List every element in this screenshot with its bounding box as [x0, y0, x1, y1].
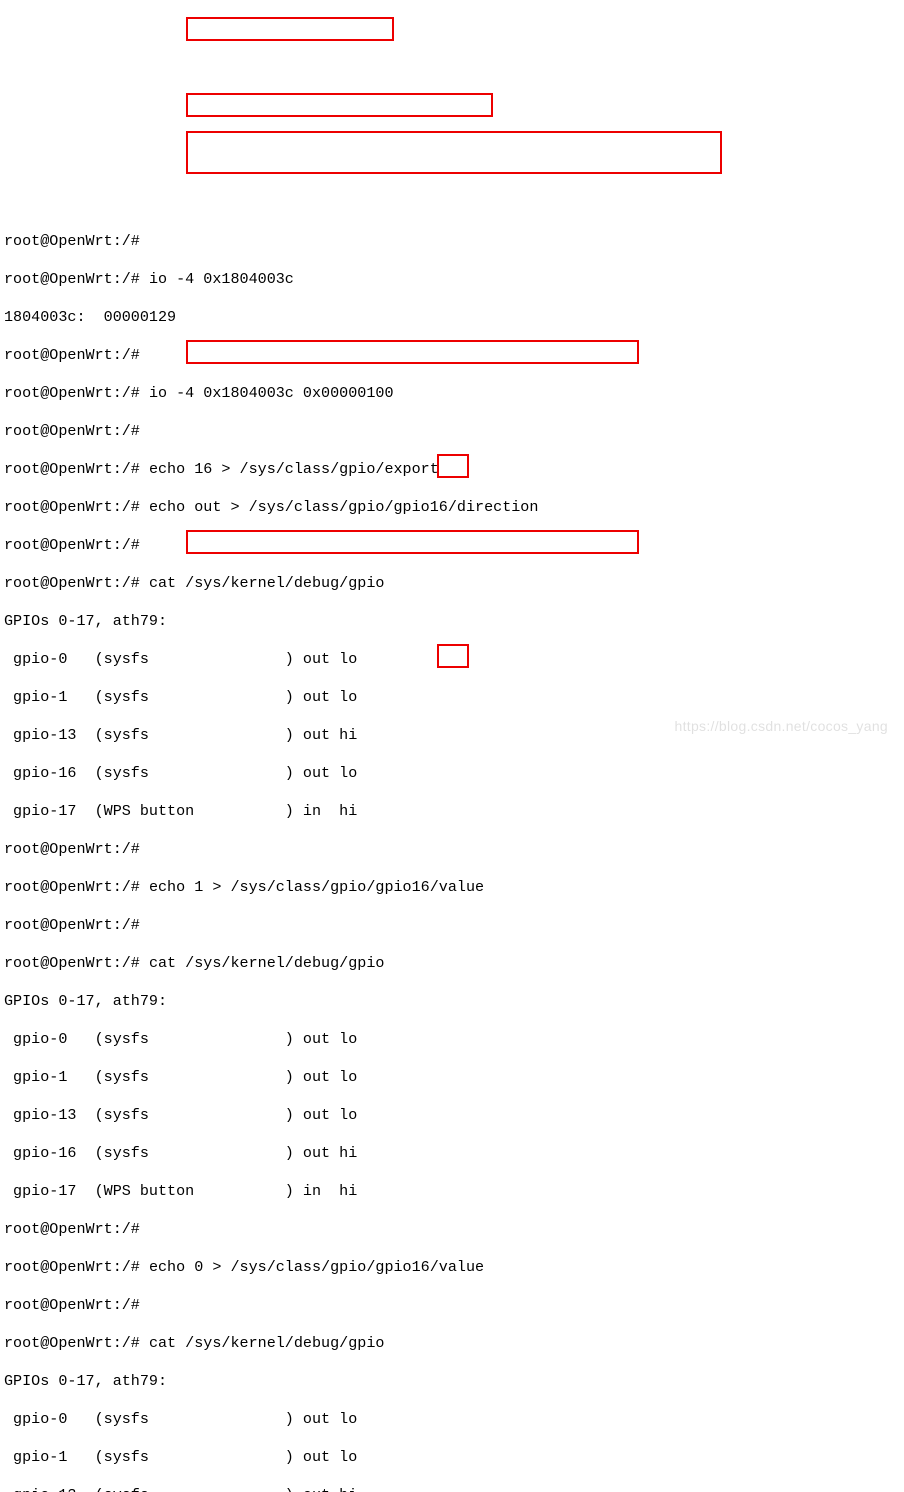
prompt-line[interactable]: root@OpenWrt:/# io -4 0x1804003c 0x00000…	[4, 384, 900, 403]
prompt-line[interactable]: root@OpenWrt:/# cat /sys/kernel/debug/gp…	[4, 1334, 900, 1353]
shell-prompt: root@OpenWrt:/#	[4, 270, 149, 288]
cmd-cat-debug: cat /sys/kernel/debug/gpio	[149, 1334, 385, 1352]
shell-prompt: root@OpenWrt:/#	[4, 574, 149, 592]
prompt-line[interactable]: root@OpenWrt:/#	[4, 1220, 900, 1239]
shell-prompt: root@OpenWrt:/#	[4, 384, 149, 402]
cmd-direction: echo out > /sys/class/gpio/gpio16/direct…	[149, 498, 538, 516]
gpio-row: gpio-16 (sysfs ) out hi	[4, 1144, 900, 1163]
prompt-line[interactable]: root@OpenWrt:/#	[4, 1296, 900, 1315]
cmd-export: echo 16 > /sys/class/gpio/export	[149, 460, 439, 478]
gpio-row: gpio-0 (sysfs ) out lo	[4, 1030, 900, 1049]
cmd-io-write: io -4 0x1804003c 0x00000100	[149, 384, 394, 402]
prompt-line[interactable]: root@OpenWrt:/# echo out > /sys/class/gp…	[4, 498, 900, 517]
shell-prompt: root@OpenWrt:/#	[4, 536, 149, 554]
gpio-row: gpio-17 (WPS button ) in hi	[4, 1182, 900, 1201]
shell-prompt: root@OpenWrt:/#	[4, 460, 149, 478]
highlight-echo-0	[186, 530, 639, 554]
prompt-line[interactable]: root@OpenWrt:/# echo 0 > /sys/class/gpio…	[4, 1258, 900, 1277]
prompt-line[interactable]: root@OpenWrt:/# echo 1 > /sys/class/gpio…	[4, 878, 900, 897]
output-line: 1804003c: 00000129	[4, 308, 900, 327]
prompt-line[interactable]: root@OpenWrt:/# cat /sys/kernel/debug/gp…	[4, 574, 900, 593]
shell-prompt: root@OpenWrt:/#	[4, 422, 149, 440]
shell-prompt: root@OpenWrt:/#	[4, 232, 149, 250]
cmd-echo-0: echo 0 > /sys/class/gpio/gpio16/value	[149, 1258, 484, 1276]
prompt-line[interactable]: root@OpenWrt:/# cat /sys/kernel/debug/gp…	[4, 954, 900, 973]
shell-prompt: root@OpenWrt:/#	[4, 1258, 149, 1276]
gpio-row: gpio-13 (sysfs ) out hi	[4, 1486, 900, 1492]
shell-prompt: root@OpenWrt:/#	[4, 840, 149, 858]
prompt-line[interactable]: root@OpenWrt:/#	[4, 916, 900, 935]
highlight-echo-1	[186, 340, 639, 364]
shell-prompt: root@OpenWrt:/#	[4, 346, 149, 364]
gpio-row: gpio-16 (sysfs ) out lo	[4, 764, 900, 783]
gpio-row: gpio-0 (sysfs ) out lo	[4, 1410, 900, 1429]
highlight-value-hi	[437, 454, 469, 478]
gpio-row: gpio-1 (sysfs ) out lo	[4, 1448, 900, 1467]
prompt-line[interactable]: root@OpenWrt:/#	[4, 840, 900, 859]
highlight-io-read	[186, 17, 394, 41]
highlight-io-write	[186, 93, 493, 117]
cmd-cat-debug: cat /sys/kernel/debug/gpio	[149, 574, 385, 592]
gpio-row: gpio-1 (sysfs ) out lo	[4, 688, 900, 707]
gpio-header: GPIOs 0-17, ath79:	[4, 612, 900, 631]
gpio-header: GPIOs 0-17, ath79:	[4, 1372, 900, 1391]
shell-prompt: root@OpenWrt:/#	[4, 954, 149, 972]
cmd-echo-1: echo 1 > /sys/class/gpio/gpio16/value	[149, 878, 484, 896]
shell-prompt: root@OpenWrt:/#	[4, 1296, 149, 1314]
highlight-gpio-export-direction	[186, 131, 722, 174]
shell-prompt: root@OpenWrt:/#	[4, 916, 149, 934]
highlight-value-lo	[437, 644, 469, 668]
cmd-io-read: io -4 0x1804003c	[149, 270, 294, 288]
cmd-cat-debug: cat /sys/kernel/debug/gpio	[149, 954, 385, 972]
shell-prompt: root@OpenWrt:/#	[4, 1334, 149, 1352]
gpio-row: gpio-1 (sysfs ) out lo	[4, 1068, 900, 1087]
shell-prompt: root@OpenWrt:/#	[4, 1220, 149, 1238]
shell-prompt: root@OpenWrt:/#	[4, 498, 149, 516]
gpio-header: GPIOs 0-17, ath79:	[4, 992, 900, 1011]
gpio-row: gpio-13 (sysfs ) out lo	[4, 1106, 900, 1125]
prompt-line[interactable]: root@OpenWrt:/#	[4, 232, 900, 251]
shell-prompt: root@OpenWrt:/#	[4, 878, 149, 896]
prompt-line[interactable]: root@OpenWrt:/#	[4, 422, 900, 441]
watermark: https://blog.csdn.net/cocos_yang	[674, 717, 888, 736]
prompt-line[interactable]: root@OpenWrt:/# io -4 0x1804003c	[4, 270, 900, 289]
gpio-row: gpio-17 (WPS button ) in hi	[4, 802, 900, 821]
